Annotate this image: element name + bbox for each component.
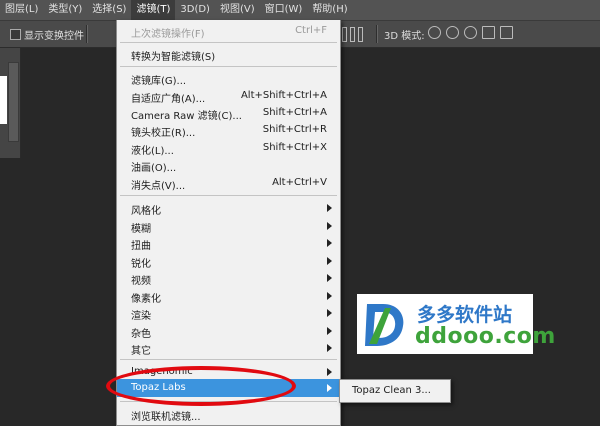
menu-divider: [120, 195, 337, 196]
document-panel: [0, 48, 21, 158]
options-separator: [376, 25, 378, 43]
menu-item-other[interactable]: 其它: [117, 339, 340, 357]
menu-item-label: 锐化: [131, 259, 151, 270]
menu-item-label: 滤镜库(G)...: [131, 76, 187, 87]
menu-divider: [120, 359, 337, 360]
submenu-arrow-icon: [327, 384, 332, 392]
menu-item-label: 液化(L)...: [131, 146, 174, 157]
menu-divider: [120, 66, 337, 67]
submenu-arrow-icon: [327, 309, 332, 317]
menu-item-filter-gallery[interactable]: 滤镜库(G)...: [117, 69, 340, 87]
menu-item-pixelate[interactable]: 像素化: [117, 287, 340, 305]
watermark-domain-text: ddooo.com: [415, 324, 556, 349]
topaz-labs-submenu: Topaz Clean 3...: [339, 379, 451, 403]
menu-item-label: 自适应广角(A)...: [131, 94, 206, 105]
menu-item-browse-online-filters[interactable]: 浏览联机滤镜...: [117, 405, 340, 423]
watermark: 多多软件站 ddooo.com: [357, 294, 555, 354]
scale-3d-icon[interactable]: [500, 26, 513, 39]
options-separator: [86, 25, 88, 43]
distribute-icon[interactable]: [358, 27, 363, 42]
menu-divider: [120, 401, 337, 402]
3d-mode-label: 3D 模式:: [384, 31, 425, 42]
submenu-arrow-icon: [327, 327, 332, 335]
distribute-icon[interactable]: [350, 27, 355, 42]
menu-divider: [120, 42, 337, 43]
distribute-icon[interactable]: [342, 27, 347, 42]
menu-item-label: 视频: [131, 276, 151, 287]
menu-item-adaptive-wide-angle[interactable]: 自适应广角(A)... Alt+Shift+Ctrl+A: [117, 87, 340, 105]
menu-item-shortcut: Alt+Ctrl+V: [272, 177, 327, 188]
menu-item-label: 其它: [131, 346, 151, 357]
menu-layer[interactable]: 图层(L): [0, 0, 43, 20]
menu-item-label: 转换为智能滤镜(S): [131, 52, 216, 63]
menu-item-shortcut: Ctrl+F: [295, 25, 327, 36]
submenu-arrow-icon: [327, 257, 332, 265]
menu-item-shortcut: Shift+Ctrl+X: [262, 142, 327, 153]
menu-help[interactable]: 帮助(H): [307, 0, 352, 20]
menu-item-label: 扭曲: [131, 241, 151, 252]
menu-item-last-filter: 上次滤镜操作(F) Ctrl+F: [117, 22, 340, 40]
submenu-arrow-icon: [327, 368, 332, 376]
submenu-arrow-icon: [327, 274, 332, 282]
menu-item-sharpen[interactable]: 锐化: [117, 252, 340, 270]
roll-3d-icon[interactable]: [446, 26, 459, 39]
submenu-arrow-icon: [327, 344, 332, 352]
menu-item-oil-paint[interactable]: 油画(O)...: [117, 156, 340, 174]
menu-item-label: 像素化: [131, 294, 161, 305]
menu-bar: 图层(L) 类型(Y) 选择(S) 滤镜(T) 3D(D) 视图(V) 窗口(W…: [0, 0, 600, 21]
watermark-chinese-text: 多多软件站: [417, 304, 513, 326]
menu-item-label: Imagenomic: [131, 366, 193, 377]
drag-3d-icon[interactable]: [464, 26, 477, 39]
menu-item-liquify[interactable]: 液化(L)... Shift+Ctrl+X: [117, 139, 340, 157]
menu-item-shortcut: Alt+Shift+Ctrl+A: [240, 90, 327, 101]
menu-item-topaz-clean[interactable]: Topaz Clean 3...: [352, 385, 431, 396]
menu-item-label: 消失点(V)...: [131, 181, 186, 192]
distribute-icons: [342, 27, 363, 42]
menu-item-label: 油画(O)...: [131, 163, 177, 174]
menu-item-shortcut: Shift+Ctrl+A: [262, 107, 327, 118]
menu-window[interactable]: 窗口(W): [260, 0, 308, 20]
menu-item-label: Camera Raw 滤镜(C)...: [131, 111, 242, 122]
rotate-3d-icon[interactable]: [428, 26, 441, 39]
ddooo-logo-icon: [365, 304, 404, 346]
menu-item-distort[interactable]: 扭曲: [117, 234, 340, 252]
menu-item-camera-raw[interactable]: Camera Raw 滤镜(C)... Shift+Ctrl+A: [117, 104, 340, 122]
menu-item-lens-correction[interactable]: 镜头校正(R)... Shift+Ctrl+R: [117, 121, 340, 139]
menu-item-label: 浏览联机滤镜...: [131, 412, 201, 423]
menu-item-stylize[interactable]: 风格化: [117, 199, 340, 217]
menu-item-video[interactable]: 视频: [117, 269, 340, 287]
panel-scrollbar[interactable]: [8, 62, 19, 142]
show-transform-controls-checkbox[interactable]: [10, 29, 21, 40]
show-transform-controls-label: 显示变换控件: [24, 31, 84, 42]
menu-3d[interactable]: 3D(D): [175, 0, 215, 20]
canvas-preview: [0, 76, 7, 124]
menu-item-label: 风格化: [131, 206, 161, 217]
menu-item-vanishing-point[interactable]: 消失点(V)... Alt+Ctrl+V: [117, 174, 340, 192]
menu-item-label: Topaz Labs: [131, 382, 186, 393]
menu-item-label: 模糊: [131, 224, 151, 235]
submenu-arrow-icon: [327, 292, 332, 300]
menu-view[interactable]: 视图(V): [215, 0, 260, 20]
menu-item-label: 镜头校正(R)...: [131, 128, 196, 139]
submenu-arrow-icon: [327, 222, 332, 230]
menu-item-label: 上次滤镜操作(F): [131, 29, 205, 40]
menu-item-convert-smart-filter[interactable]: 转换为智能滤镜(S): [117, 45, 340, 63]
menu-item-shortcut: Shift+Ctrl+R: [262, 124, 327, 135]
submenu-arrow-icon: [327, 204, 332, 212]
menu-type[interactable]: 类型(Y): [43, 0, 87, 20]
menu-item-blur[interactable]: 模糊: [117, 217, 340, 235]
menu-filter[interactable]: 滤镜(T): [131, 0, 176, 20]
3d-mode-icons: [428, 26, 513, 39]
menu-item-label: 渲染: [131, 311, 151, 322]
menu-select[interactable]: 选择(S): [87, 0, 131, 20]
menu-item-render[interactable]: 渲染: [117, 304, 340, 322]
filter-menu: 上次滤镜操作(F) Ctrl+F 转换为智能滤镜(S) 滤镜库(G)... 自适…: [116, 20, 341, 426]
slide-3d-icon[interactable]: [482, 26, 495, 39]
menu-item-label: 杂色: [131, 329, 151, 340]
menu-item-topaz-labs[interactable]: Topaz Labs: [117, 379, 340, 397]
submenu-arrow-icon: [327, 239, 332, 247]
menu-item-noise[interactable]: 杂色: [117, 322, 340, 340]
